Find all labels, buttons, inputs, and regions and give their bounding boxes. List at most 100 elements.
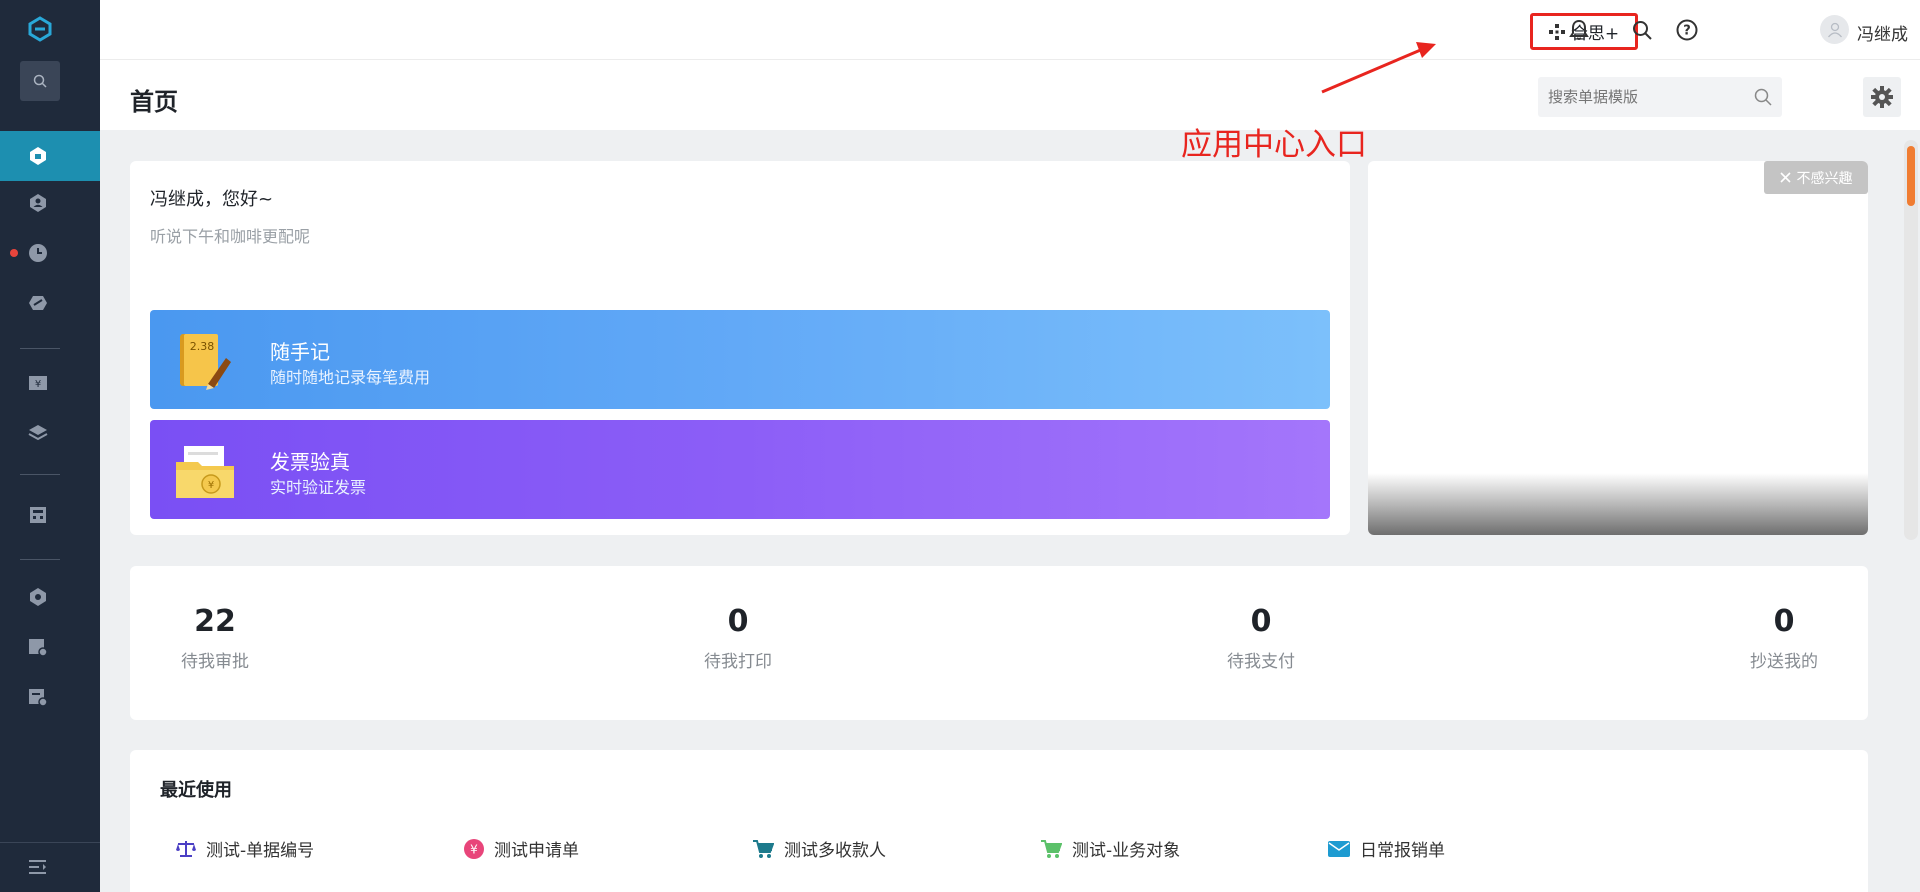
document-config-icon (29, 689, 48, 707)
sidebar-item-calculator[interactable] (0, 490, 100, 540)
stat-label: 待我审批 (181, 652, 249, 672)
top-header: 合思+ ? 冯继成 CN (100, 0, 1920, 60)
stat-pending-approval[interactable]: 22 待我审批 (145, 604, 285, 672)
sidebar-item-doc-settings[interactable] (0, 622, 100, 672)
document-gear-icon (29, 639, 48, 657)
sidebar-search-button[interactable] (20, 61, 60, 101)
bell-icon (1569, 19, 1589, 40)
help-button[interactable]: ? (1675, 18, 1699, 42)
page-title: 首页 (130, 88, 178, 116)
user-icon (30, 194, 46, 212)
search-icon (33, 74, 47, 88)
greeting-subtitle: 听说下午和咖啡更配呢 (150, 227, 311, 246)
clock-icon (29, 244, 47, 262)
yen-icon: ¥ (464, 838, 484, 859)
invoice-folder-icon: ¥ (176, 446, 234, 498)
recent-item[interactable]: 测试多收款人 (752, 836, 886, 861)
recent-item-label: 测试多收款人 (784, 841, 886, 861)
search-icon[interactable] (1754, 88, 1772, 106)
stat-label: 抄送我的 (1750, 652, 1818, 672)
settings-button[interactable] (1863, 77, 1901, 117)
scrollbar-thumb[interactable] (1907, 146, 1915, 206)
sidebar-item-history[interactable] (0, 228, 100, 278)
sidebar-divider (20, 474, 60, 475)
help-icon: ? (1676, 19, 1698, 41)
template-search-box[interactable] (1538, 77, 1782, 117)
recent-item-label: 测试申请单 (494, 841, 579, 861)
svg-text:¥: ¥ (470, 842, 478, 856)
recent-title: 最近使用 (160, 780, 232, 801)
notification-button[interactable] (1567, 18, 1591, 42)
svg-text:2.38: 2.38 (190, 340, 215, 353)
notebook-icon: 2.38 (180, 334, 231, 390)
cart-icon (753, 839, 774, 858)
recent-used-panel: 最近使用 测试-单据编号 ¥ 测试申请单 测试多收款人 测试-业务对象 日常报销… (130, 750, 1868, 892)
envelope-icon (1328, 840, 1350, 857)
sidebar-item-analytics[interactable] (0, 278, 100, 328)
stat-label: 待我支付 (1227, 652, 1295, 672)
pie-chart-icon (29, 296, 47, 310)
home-icon (30, 147, 46, 165)
sidebar-item-settings[interactable] (0, 572, 100, 622)
recent-item[interactable]: 日常报销单 (1328, 836, 1445, 861)
search-icon (1633, 21, 1652, 40)
global-search-button[interactable] (1630, 18, 1654, 42)
recent-item[interactable]: 测试-业务对象 (1040, 836, 1180, 861)
svg-text:¥: ¥ (208, 480, 214, 491)
sidebar-item-profile[interactable] (0, 178, 100, 228)
dismiss-button[interactable]: 不感兴趣 (1764, 161, 1868, 194)
calculator-icon (30, 507, 46, 523)
annotation-label: 应用中心入口 (1181, 127, 1367, 163)
avatar[interactable] (1820, 15, 1849, 44)
annotation-arrow (1321, 42, 1436, 94)
invoice-verify-banner[interactable]: ¥ 发票验真 实时验证发票 (150, 420, 1330, 519)
menu-collapse-icon (29, 860, 46, 874)
close-icon (1779, 172, 1791, 183)
stat-value: 0 (1250, 604, 1272, 639)
promo-card[interactable]: 不感兴趣 (1368, 161, 1868, 535)
stat-value: 0 (727, 604, 749, 639)
layers-icon (28, 425, 48, 441)
stat-value: 0 (1773, 604, 1795, 639)
svg-text:¥: ¥ (35, 379, 41, 390)
recent-item[interactable]: 测试-单据编号 (176, 836, 314, 861)
recent-item-label: 日常报销单 (1360, 841, 1445, 861)
sidebar-collapse-button[interactable] (0, 842, 100, 892)
scale-icon (176, 840, 196, 857)
sidebar-item-layers[interactable] (0, 408, 100, 458)
money-icon: ¥ (29, 376, 47, 390)
sidebar-item-expense[interactable]: ¥ (0, 358, 100, 408)
greeting-text: 冯继成，您好~ (150, 189, 274, 210)
app-grid-icon (1548, 23, 1565, 40)
promo-image-fade (1368, 473, 1868, 535)
svg-text:?: ? (1683, 24, 1691, 39)
page-header: 首页 (100, 60, 1920, 130)
stats-panel: 22 待我审批 0 待我打印 0 待我支付 0 抄送我的 (130, 566, 1868, 720)
cart-icon (1041, 839, 1062, 858)
welcome-card: 冯继成，您好~ 听说下午和咖啡更配呢 2.38 随手记 随时随地记录每笔费用 ¥… (130, 161, 1350, 535)
recent-item-label: 测试-业务对象 (1072, 841, 1181, 861)
stat-value: 22 (194, 604, 236, 639)
sidebar-divider (20, 559, 60, 560)
banner-title: 随手记 (270, 340, 330, 364)
stat-pending-payment[interactable]: 0 待我支付 (1191, 604, 1331, 672)
logo-icon[interactable] (27, 16, 53, 42)
sidebar-item-doc-config[interactable] (0, 672, 100, 722)
user-avatar-icon (1827, 22, 1842, 37)
gear-icon (1871, 86, 1893, 108)
banner-title: 发票验真 (270, 450, 350, 474)
quick-note-banner[interactable]: 2.38 随手记 随时随地记录每笔费用 (150, 310, 1330, 409)
recent-item[interactable]: ¥ 测试申请单 (464, 836, 579, 861)
recent-item-label: 测试-单据编号 (206, 841, 315, 861)
banner-subtitle: 随时随地记录每笔费用 (270, 368, 431, 387)
stat-cc-to-me[interactable]: 0 抄送我的 (1714, 604, 1854, 672)
banner-subtitle: 实时验证发票 (270, 478, 367, 497)
stat-pending-print[interactable]: 0 待我打印 (668, 604, 808, 672)
user-name[interactable]: 冯继成 (1857, 20, 1908, 45)
sidebar-item-home[interactable] (0, 131, 100, 181)
dismiss-label: 不感兴趣 (1796, 170, 1853, 187)
sidebar-divider (20, 348, 60, 349)
hexagon-settings-icon (30, 588, 46, 606)
stat-label: 待我打印 (704, 652, 772, 672)
template-search-input[interactable] (1548, 88, 1748, 106)
